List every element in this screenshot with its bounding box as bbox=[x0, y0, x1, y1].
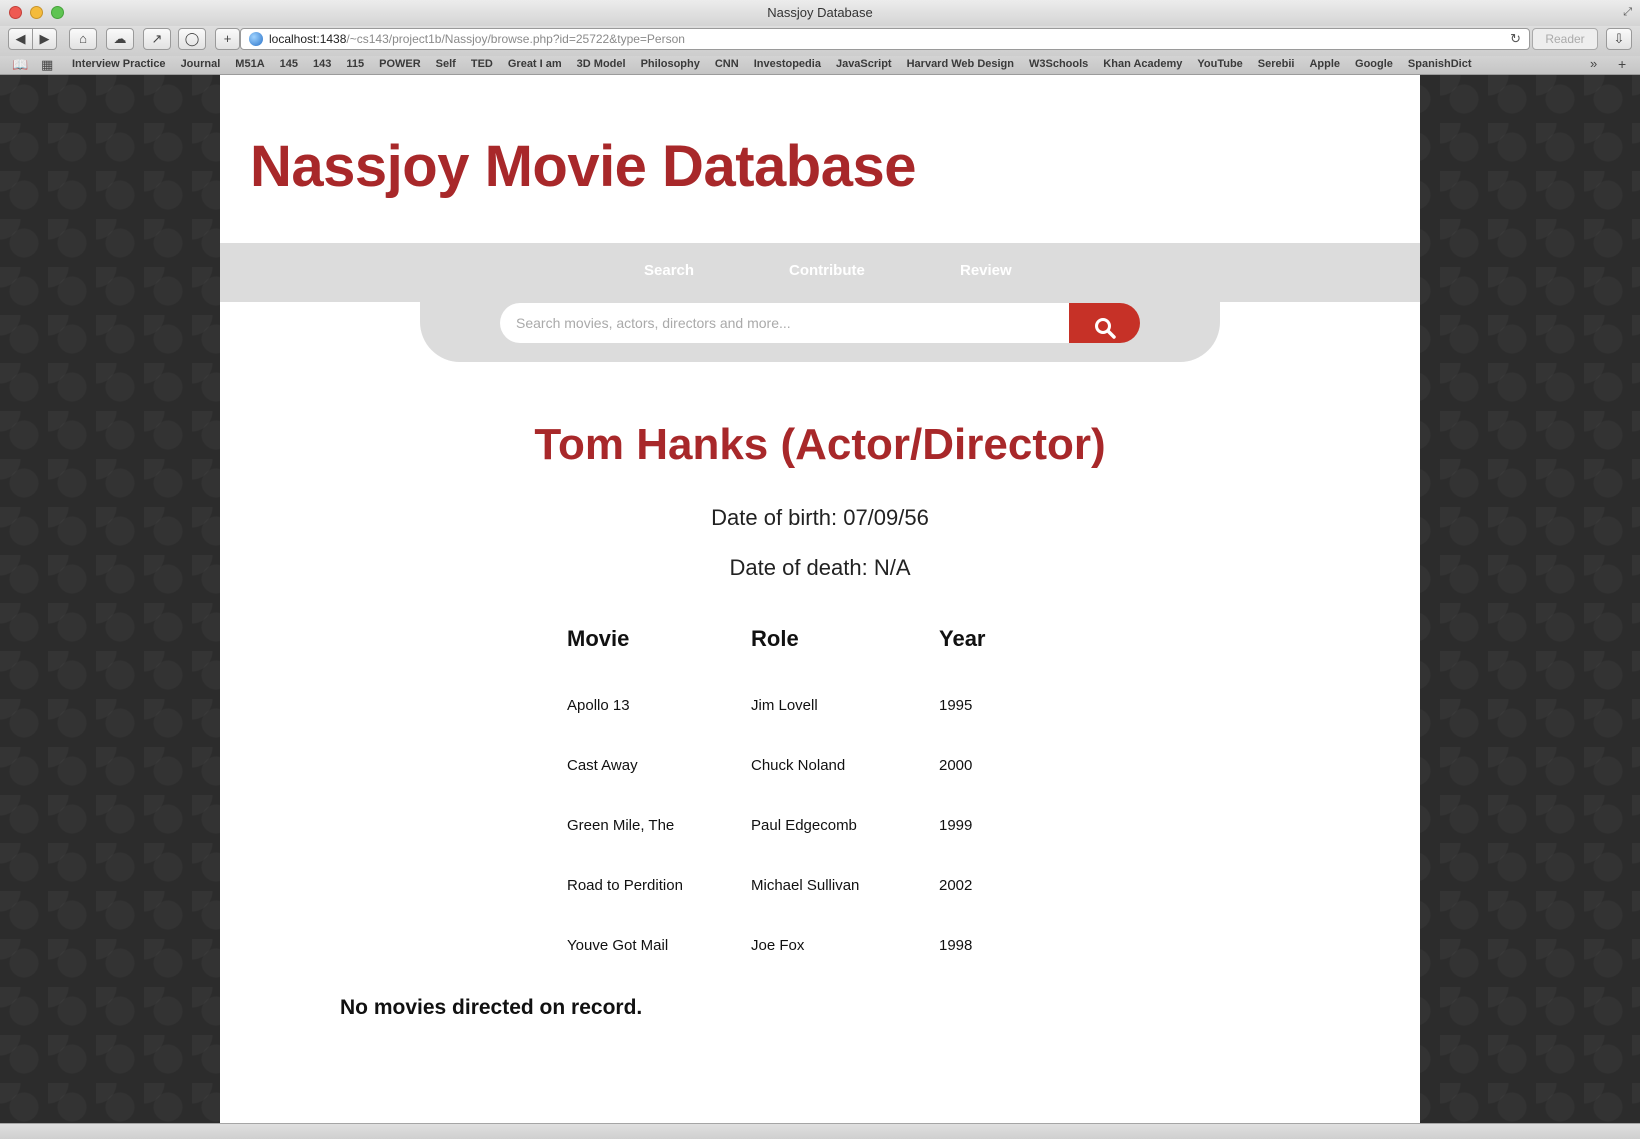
window-titlebar: Nassjoy Database ⤢ bbox=[0, 0, 1640, 27]
bookmark-item[interactable]: Apple bbox=[1309, 58, 1340, 70]
bookmark-item[interactable]: CNN bbox=[715, 58, 739, 70]
bookmark-item[interactable]: 143 bbox=[313, 58, 331, 70]
table-row: Green Mile, The Paul Edgecomb 1999 bbox=[220, 817, 1420, 841]
search-button[interactable] bbox=[1069, 303, 1140, 343]
bookmark-item[interactable]: Journal bbox=[181, 58, 221, 70]
top-sites-icon[interactable]: ▦ bbox=[41, 57, 53, 73]
table-row: Youve Got Mail Joe Fox 1998 bbox=[220, 937, 1420, 961]
page-background: Nassjoy Movie Database Search Contribute… bbox=[0, 75, 1640, 1123]
role-cell: Chuck Noland bbox=[751, 757, 846, 774]
fullscreen-icon[interactable]: ⤢ bbox=[1623, 6, 1632, 19]
bookmark-item[interactable]: SpanishDict bbox=[1408, 58, 1472, 70]
date-of-death: Date of death: N/A bbox=[729, 555, 911, 580]
add-bookmark-icon[interactable]: + bbox=[1618, 56, 1626, 72]
bookmark-item[interactable]: Khan Academy bbox=[1103, 58, 1182, 70]
year-cell: 2002 bbox=[939, 877, 973, 894]
table-row: Road to Perdition Michael Sullivan 2002 bbox=[220, 877, 1420, 901]
bookmark-item[interactable]: Google bbox=[1355, 58, 1393, 70]
bookmark-item[interactable]: JavaScript bbox=[836, 58, 892, 70]
cloud-icon: ☁ bbox=[113, 31, 127, 46]
bookmark-item[interactable]: 115 bbox=[346, 58, 364, 70]
bookmark-item[interactable]: Philosophy bbox=[641, 58, 700, 70]
globe-icon bbox=[249, 32, 263, 46]
plus-icon: + bbox=[223, 31, 232, 46]
bookmark-item[interactable]: 145 bbox=[280, 58, 298, 70]
bookmark-item[interactable]: POWER bbox=[379, 58, 421, 70]
nav-contribute-link[interactable]: Contribute bbox=[789, 262, 865, 279]
share-icon: ↗ bbox=[151, 31, 163, 46]
bookmark-item[interactable]: YouTube bbox=[1197, 58, 1242, 70]
bookmark-item[interactable]: M51A bbox=[235, 58, 264, 70]
home-icon: ⌂ bbox=[79, 31, 87, 46]
home-button[interactable]: ⌂ bbox=[69, 28, 97, 50]
year-cell: 1999 bbox=[939, 817, 973, 834]
bookmark-item[interactable]: Interview Practice bbox=[72, 58, 166, 70]
url-host: localhost:1438 bbox=[269, 32, 347, 46]
date-of-birth: Date of birth: 07/09/56 bbox=[711, 505, 929, 530]
nav-review-link[interactable]: Review bbox=[960, 262, 1012, 279]
role-cell: Michael Sullivan bbox=[751, 877, 860, 894]
shield-icon: ◯ bbox=[184, 31, 200, 46]
no-directed-message: No movies directed on record. bbox=[340, 996, 643, 1019]
year-cell: 1995 bbox=[939, 697, 973, 714]
bookmark-item[interactable]: Self bbox=[436, 58, 456, 70]
bookmark-item[interactable]: Great I am bbox=[508, 58, 562, 70]
url-path: /~cs143/project1b/Nassjoy/browse.php?id=… bbox=[346, 32, 685, 46]
bookmark-item[interactable]: Investopedia bbox=[754, 58, 821, 70]
bookmark-item[interactable]: Harvard Web Design bbox=[907, 58, 1014, 70]
bookmark-item[interactable]: Serebii bbox=[1258, 58, 1295, 70]
url-text[interactable]: localhost:1438/~cs143/project1b/Nassjoy/… bbox=[269, 32, 685, 46]
download-icon: ⇩ bbox=[1613, 31, 1625, 46]
forward-arrow-icon: ▶ bbox=[39, 31, 50, 46]
share-button[interactable]: ↗ bbox=[143, 28, 171, 50]
new-tab-button[interactable]: + bbox=[215, 28, 240, 50]
back-button[interactable]: ◀ bbox=[8, 28, 33, 50]
browser-toolbar: ◀ ▶ ⌂ ☁ ↗ ◯ + localhost:1438/~cs143/proj… bbox=[0, 26, 1640, 56]
bookmarks-bar: 📖 ▦ Interview Practice Journal M51A 145 143 1… bbox=[0, 56, 1640, 75]
column-header-role: Role bbox=[751, 626, 799, 651]
role-cell: Paul Edgecomb bbox=[751, 817, 857, 834]
search-input[interactable] bbox=[500, 303, 1070, 343]
downloads-button[interactable]: ⇩ bbox=[1606, 28, 1632, 50]
role-cell: Jim Lovell bbox=[751, 697, 818, 714]
table-row: Apollo 13 Jim Lovell 1995 bbox=[220, 697, 1420, 721]
main-nav: Search Contribute Review bbox=[220, 243, 1420, 302]
address-bar[interactable]: localhost:1438/~cs143/project1b/Nassjoy/… bbox=[240, 28, 1530, 50]
movie-link[interactable]: Cast Away bbox=[567, 757, 638, 774]
bookmarks-list: Interview Practice Journal M51A 145 143 115 PO… bbox=[72, 58, 1487, 70]
column-header-year: Year bbox=[939, 626, 986, 651]
reload-icon[interactable]: ↻ bbox=[1510, 31, 1521, 47]
year-cell: 2000 bbox=[939, 757, 973, 774]
movie-link[interactable]: Youve Got Mail bbox=[567, 937, 668, 954]
reading-list-icon[interactable]: 📖 bbox=[12, 57, 28, 73]
search-icon bbox=[1094, 317, 1116, 339]
table-row: Cast Away Chuck Noland 2000 bbox=[220, 757, 1420, 781]
window-title: Nassjoy Database bbox=[767, 5, 873, 20]
forward-button[interactable]: ▶ bbox=[32, 28, 57, 50]
site-title[interactable]: Nassjoy Movie Database bbox=[250, 133, 916, 200]
movie-link[interactable]: Apollo 13 bbox=[567, 697, 630, 714]
bookmark-item[interactable]: 3D Model bbox=[577, 58, 626, 70]
column-header-movie: Movie bbox=[567, 626, 630, 651]
movie-link[interactable]: Green Mile, The bbox=[567, 817, 674, 834]
back-arrow-icon: ◀ bbox=[15, 31, 26, 46]
extension-button[interactable]: ◯ bbox=[178, 28, 206, 50]
movie-link[interactable]: Road to Perdition bbox=[567, 877, 683, 894]
more-bookmarks-icon[interactable]: » bbox=[1590, 56, 1597, 71]
bookmark-item[interactable]: TED bbox=[471, 58, 493, 70]
year-cell: 1998 bbox=[939, 937, 973, 954]
person-title: Tom Hanks (Actor/Director) bbox=[534, 420, 1106, 469]
bookmark-item[interactable]: W3Schools bbox=[1029, 58, 1088, 70]
icloud-tabs-button[interactable]: ☁ bbox=[106, 28, 134, 50]
page-container: Nassjoy Movie Database Search Contribute… bbox=[220, 75, 1420, 1123]
status-bar bbox=[0, 1123, 1640, 1139]
role-cell: Joe Fox bbox=[751, 937, 805, 954]
nav-search-link[interactable]: Search bbox=[644, 262, 694, 279]
reader-button[interactable]: Reader bbox=[1532, 28, 1598, 50]
